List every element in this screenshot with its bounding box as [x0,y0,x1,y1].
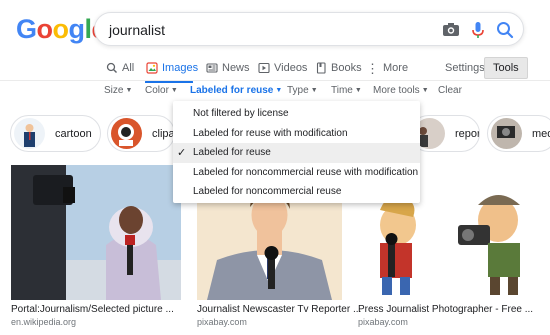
tab-more[interactable]: ⋮ More [366,57,408,79]
settings-button[interactable]: Settings [440,59,490,77]
menu-item-label: Labeled for noncommercial reuse with mod… [193,166,419,178]
camera-icon[interactable] [441,20,461,40]
chip-clipart[interactable]: clipart [107,115,175,152]
filter-label: Type [287,85,309,96]
result-title[interactable]: Journalist Newscaster Tv Reporter ... [197,304,361,315]
tab-news[interactable]: News [206,57,250,79]
header-divider [0,80,550,81]
menu-item-noncommercial[interactable]: Labeled for noncommercial reuse [173,182,420,202]
caret-down-icon: ▼ [125,87,133,94]
chip-thumbnail [14,118,45,149]
menu-item-reuse[interactable]: ✓ Labeled for reuse [173,143,420,163]
filter-type[interactable]: Type ▼ [287,85,318,96]
filter-label: Size [104,85,124,96]
menu-item-reuse-with-modification[interactable]: Labeled for reuse with modification [173,124,420,144]
logo-letter: o [36,14,54,44]
result-source: en.wikipedia.org [11,317,77,327]
logo-letter: G [16,14,37,44]
filter-time[interactable]: Time ▼ [331,85,362,96]
more-icon: ⋮ [366,60,379,76]
reporter-photo-image [11,165,181,300]
tab-label: Books [331,62,362,74]
chip-thumbnail [111,118,142,149]
tab-label: Images [162,62,199,74]
filter-more-tools[interactable]: More tools ▼ [373,85,429,96]
result-image[interactable] [11,165,181,300]
result-source: pixabay.com [197,317,247,327]
chip-thumbnail [491,118,522,149]
chip-label: med [532,127,550,140]
filter-label: More tools [373,85,420,96]
chip-label: clipart [152,127,175,140]
usage-rights-dropdown-menu: Not filtered by license Labeled for reus… [173,101,420,203]
filter-label: Time [331,85,353,96]
tools-filter-bar: Size ▼ Color ▼ Labeled for reuse ▼ Type ▼ Ti… [0,85,550,99]
logo-letter: l [84,14,93,44]
play-icon [258,62,270,74]
menu-item-noncommercial-with-modification[interactable]: Labeled for noncommercial reuse with mod… [173,163,420,183]
google-logo[interactable]: Google [16,14,107,45]
tab-videos[interactable]: Videos [258,57,307,79]
chip-reporter[interactable]: reporter [410,115,480,152]
filter-usage-rights[interactable]: Labeled for reuse ▼ [190,85,282,96]
checkmark-icon: ✓ [177,147,187,159]
tab-label: News [222,62,250,74]
search-icon[interactable] [495,20,515,40]
menu-item-label: Labeled for reuse [193,147,271,159]
filter-color[interactable]: Color ▼ [145,85,178,96]
caret-down-icon: ▼ [310,87,318,94]
filter-label: Color [145,85,169,96]
menu-item-label: Not filtered by license [193,108,289,120]
chip-cartoon[interactable]: cartoon [10,115,101,152]
news-icon [206,63,218,73]
caret-down-icon: ▼ [275,87,283,94]
chip-label: cartoon [55,127,92,140]
logo-letter: g [68,14,86,44]
image-result[interactable]: Portal:Journalism/Selected picture ... e… [11,165,181,327]
tab-label: More [383,62,409,74]
search-icon [106,62,117,73]
tab-label: Videos [274,62,308,74]
search-box[interactable]: journalist [94,12,524,46]
filter-label: Clear [438,85,462,96]
chip-label: reporter [455,127,479,140]
filter-label: Labeled for reuse [190,85,274,96]
filter-size[interactable]: Size ▼ [104,85,132,96]
caret-down-icon: ▼ [354,87,362,94]
result-title[interactable]: Press Journalist Photographer - Free ... [358,304,543,315]
logo-letter: o [52,14,70,44]
menu-item-label: Labeled for noncommercial reuse [193,186,342,198]
menu-item-not-filtered[interactable]: Not filtered by license [173,104,420,124]
tab-all[interactable]: All [106,57,134,79]
tools-button[interactable]: Tools [484,57,528,79]
tab-books[interactable]: Books [315,57,362,79]
result-title[interactable]: Portal:Journalism/Selected picture ... [11,304,181,315]
result-source: pixabay.com [358,317,408,327]
search-input[interactable]: journalist [109,22,165,38]
menu-item-label: Labeled for reuse with modification [193,127,348,139]
tab-images[interactable]: Images [146,57,198,79]
chip-media[interactable]: med [487,115,550,152]
tab-label: All [122,62,135,74]
filter-clear[interactable]: Clear [438,85,462,96]
caret-down-icon: ▼ [170,87,178,94]
book-icon [316,62,326,74]
microphone-icon[interactable] [468,20,488,40]
images-icon [146,62,158,74]
caret-down-icon: ▼ [421,87,429,94]
